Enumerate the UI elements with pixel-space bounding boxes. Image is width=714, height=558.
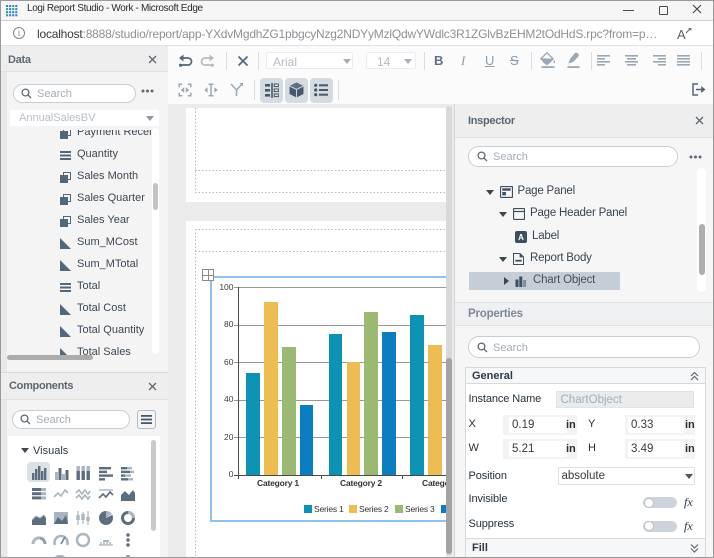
svg-text:A: A: [518, 233, 524, 242]
